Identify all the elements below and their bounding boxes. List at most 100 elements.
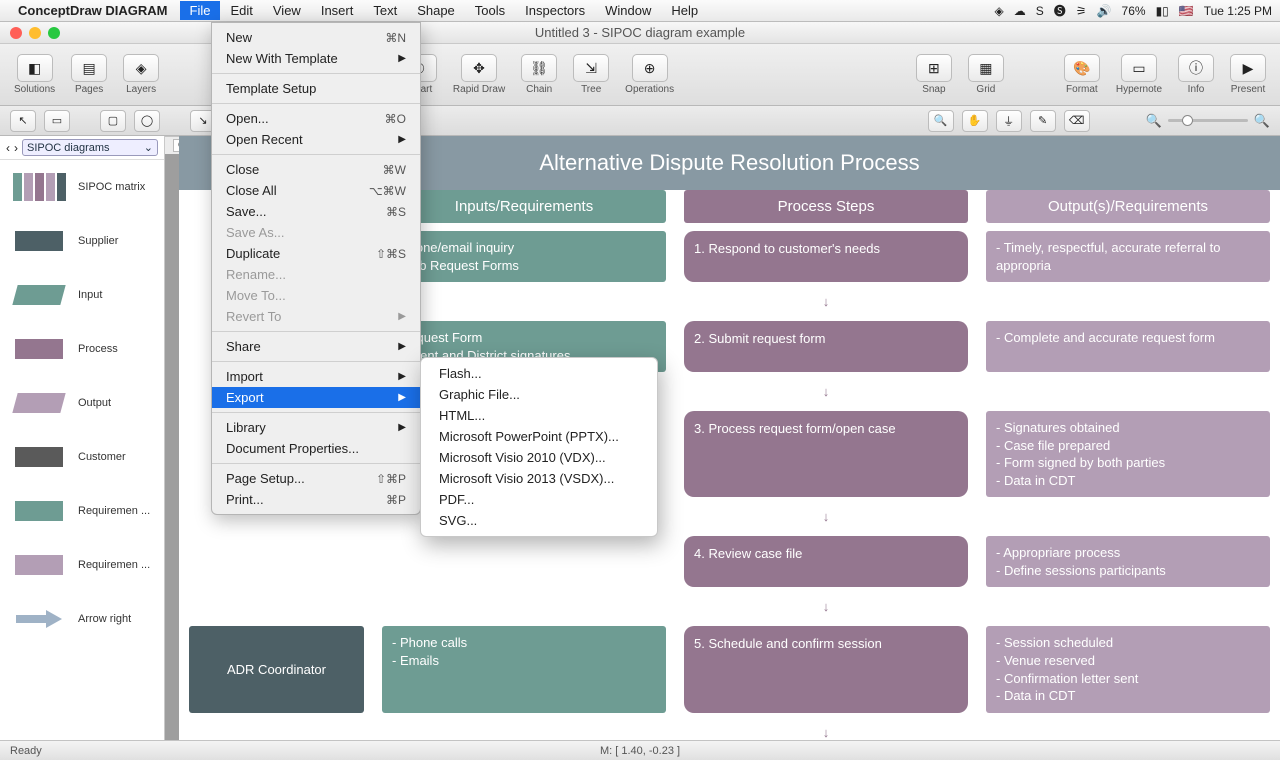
menu-item-print-[interactable]: Print...⌘P <box>212 489 420 510</box>
clock[interactable]: Tue 1:25 PM <box>1204 4 1272 18</box>
menu-item-revert-to[interactable]: Revert To▶ <box>212 306 420 327</box>
process-cell[interactable]: 3. Process request form/open case <box>684 411 968 497</box>
shape-output[interactable]: Output <box>0 376 164 430</box>
snap-icon[interactable]: ⊞ <box>916 54 952 82</box>
menu-item-new[interactable]: New⌘N <box>212 27 420 48</box>
tb-grid[interactable]: ▦Grid <box>962 54 1010 95</box>
nav-back-icon[interactable]: ‹ <box>6 141 10 155</box>
output-cell[interactable]: - Session scheduled- Venue reserved- Con… <box>986 626 1270 712</box>
menu-item-template-setup[interactable]: Template Setup <box>212 78 420 99</box>
tb-format[interactable]: 🎨Format <box>1058 54 1106 95</box>
tb-tree[interactable]: ⇲Tree <box>567 54 615 95</box>
output-cell[interactable]: - Signatures obtained- Case file prepare… <box>986 411 1270 497</box>
menu-item-share[interactable]: Share▶ <box>212 336 420 357</box>
shape-process[interactable]: Process <box>0 322 164 376</box>
s-icon[interactable]: S <box>1036 4 1044 18</box>
solutions-icon[interactable]: ◧ <box>17 54 53 82</box>
shape-input[interactable]: Input <box>0 268 164 322</box>
menu-tools[interactable]: Tools <box>465 1 515 20</box>
output-cell[interactable]: - Appropriare process- Define sessions p… <box>986 536 1270 587</box>
menu-item-close-all[interactable]: Close All⌥⌘W <box>212 180 420 201</box>
export-item-flash-[interactable]: Flash... <box>421 363 657 384</box>
zoom-tool[interactable]: 🔍 <box>928 110 954 132</box>
pointer-tool[interactable]: ↖ <box>10 110 36 132</box>
menu-item-import[interactable]: Import▶ <box>212 366 420 387</box>
export-item-microsoft-visio-vsdx-[interactable]: Microsoft Visio 2013 (VSDX)... <box>421 468 657 489</box>
shape-supplier[interactable]: Supplier <box>0 214 164 268</box>
menu-edit[interactable]: Edit <box>220 1 262 20</box>
battery-icon[interactable]: ▮▯ <box>1156 4 1169 18</box>
info-icon[interactable]: ⓘ <box>1178 54 1214 82</box>
shape-requiremen-[interactable]: Requiremen ... <box>0 484 164 538</box>
chain-icon[interactable]: ⛓ <box>521 54 557 82</box>
tb-pages[interactable]: ▤Pages <box>65 54 113 95</box>
cloud-icon[interactable]: ☁ <box>1014 4 1026 18</box>
tb-operations[interactable]: ⊕Operations <box>619 54 680 95</box>
pan-tool[interactable]: ✋ <box>962 110 988 132</box>
menu-item-close[interactable]: Close⌘W <box>212 159 420 180</box>
process-cell[interactable]: 2. Submit request form <box>684 321 968 372</box>
tb-rapiddraw[interactable]: ✥Rapid Draw <box>447 54 511 95</box>
menu-item-export[interactable]: Export▶ <box>212 387 420 408</box>
wifi-icon[interactable]: ⚞ <box>1076 4 1087 18</box>
nav-fwd-icon[interactable]: › <box>14 141 18 155</box>
output-cell[interactable]: - Timely, respectful, accurate referral … <box>986 231 1270 282</box>
tb-layers[interactable]: ◈Layers <box>117 54 165 95</box>
menu-item-library[interactable]: Library▶ <box>212 417 420 438</box>
diamond-icon[interactable]: ◈ <box>995 4 1004 18</box>
library-selector[interactable]: SIPOC diagrams⌄ <box>22 139 158 156</box>
export-item-microsoft-powerpoint-pptx-[interactable]: Microsoft PowerPoint (PPTX)... <box>421 426 657 447</box>
menu-insert[interactable]: Insert <box>311 1 364 20</box>
tb-snap[interactable]: ⊞Snap <box>910 54 958 95</box>
marquee-tool[interactable]: ▭ <box>44 110 70 132</box>
shape-customer[interactable]: Customer <box>0 430 164 484</box>
rapiddraw-icon[interactable]: ✥ <box>461 54 497 82</box>
menu-inspectors[interactable]: Inspectors <box>515 1 595 20</box>
menu-item-rename-[interactable]: Rename... <box>212 264 420 285</box>
flag-icon[interactable]: 🇺🇸 <box>1179 4 1194 18</box>
pages-icon[interactable]: ▤ <box>71 54 107 82</box>
menu-item-page-setup-[interactable]: Page Setup...⇧⌘P <box>212 468 420 489</box>
menu-item-save-[interactable]: Save...⌘S <box>212 201 420 222</box>
grid-icon[interactable]: ▦ <box>968 54 1004 82</box>
menu-item-document-properties-[interactable]: Document Properties... <box>212 438 420 459</box>
export-item-svg-[interactable]: SVG... <box>421 510 657 531</box>
tb-present[interactable]: ▶Present <box>1224 54 1272 95</box>
rect-tool[interactable]: ▢ <box>100 110 126 132</box>
eyedropper-tool[interactable]: ✎ <box>1030 110 1056 132</box>
menu-file[interactable]: File <box>180 1 221 20</box>
tb-info[interactable]: ⓘInfo <box>1172 54 1220 95</box>
menu-text[interactable]: Text <box>363 1 407 20</box>
process-cell[interactable]: 5. Schedule and confirm session <box>684 626 968 712</box>
stamp-tool[interactable]: ⏚ <box>996 110 1022 132</box>
tb-solutions[interactable]: ◧Solutions <box>8 54 61 95</box>
zoom-in-icon[interactable]: 🔍 <box>1254 113 1270 129</box>
export-item-microsoft-visio-vdx-[interactable]: Microsoft Visio 2010 (VDX)... <box>421 447 657 468</box>
eraser-tool[interactable]: ⌫ <box>1064 110 1090 132</box>
menu-item-new-with-template[interactable]: New With Template▶ <box>212 48 420 69</box>
input-cell[interactable]: - Phone/email inquiry- Web Request Forms <box>382 231 666 282</box>
shape-arrow-right[interactable]: Arrow right <box>0 592 164 646</box>
tb-hypernote[interactable]: ▭Hypernote <box>1110 54 1168 95</box>
menu-item-move-to-[interactable]: Move To... <box>212 285 420 306</box>
zoom-out-icon[interactable]: 🔍 <box>1146 113 1162 129</box>
shape-sipoc-matrix[interactable]: SIPOC matrix <box>0 160 164 214</box>
format-icon[interactable]: 🎨 <box>1064 54 1100 82</box>
process-cell[interactable]: 4. Review case file <box>684 536 968 587</box>
input-cell[interactable]: - Phone calls- Emails <box>382 626 666 712</box>
operations-icon[interactable]: ⊕ <box>632 54 668 82</box>
menu-help[interactable]: Help <box>661 1 708 20</box>
menu-item-open-[interactable]: Open...⌘O <box>212 108 420 129</box>
tree-icon[interactable]: ⇲ <box>573 54 609 82</box>
export-item-graphic-file-[interactable]: Graphic File... <box>421 384 657 405</box>
process-cell[interactable]: 1. Respond to customer's needs <box>684 231 968 282</box>
export-item-pdf-[interactable]: PDF... <box>421 489 657 510</box>
output-cell[interactable]: - Complete and accurate request form <box>986 321 1270 372</box>
tb-chain[interactable]: ⛓Chain <box>515 54 563 95</box>
menu-item-open-recent[interactable]: Open Recent▶ <box>212 129 420 150</box>
menu-view[interactable]: View <box>263 1 311 20</box>
skype-icon[interactable]: 🅢 <box>1054 2 1066 19</box>
app-name[interactable]: ConceptDraw DIAGRAM <box>18 3 168 18</box>
menu-window[interactable]: Window <box>595 1 661 20</box>
layers-icon[interactable]: ◈ <box>123 54 159 82</box>
